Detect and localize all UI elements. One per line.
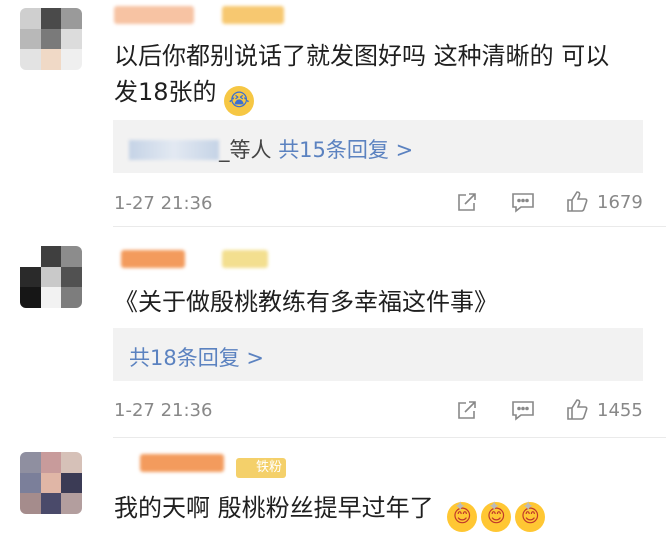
like-icon[interactable] — [565, 398, 589, 422]
like-icon[interactable] — [565, 190, 589, 214]
share-icon[interactable] — [455, 190, 479, 214]
username[interactable] — [121, 250, 185, 268]
fan-badge-label: 铁粉 — [255, 460, 282, 475]
comment-icon[interactable] — [511, 398, 535, 422]
view-replies-link[interactable]: 共18条回复 > — [129, 346, 264, 370]
reply-usernames — [129, 140, 219, 160]
view-replies-link[interactable]: 共15条回复 > — [278, 138, 413, 162]
divider — [113, 226, 666, 227]
like-count: 1679 — [597, 191, 643, 213]
timestamp: 1-27 21:36 — [114, 193, 213, 214]
divider — [113, 437, 666, 438]
happy-face-emoji: 😊 — [515, 492, 546, 532]
username[interactable] — [140, 454, 224, 472]
comment-text: 以后你都别说话了就发图好吗 这种清晰的 可以 — [114, 42, 610, 70]
like-count: 1455 — [597, 399, 643, 421]
share-icon[interactable] — [455, 398, 479, 422]
reply-summary[interactable]: 共18条回复 > — [113, 328, 643, 381]
timestamp: 1-27 21:36 — [114, 400, 213, 421]
comment-text: 《关于做殷桃教练有多幸福这件事》 — [114, 288, 498, 316]
avatar[interactable] — [20, 452, 82, 514]
comment-text-line2: 发18张的 😭 — [114, 74, 255, 116]
cry-face-emoji: 😭 — [224, 86, 255, 116]
user-badge — [222, 6, 284, 24]
comment-text: 我的天啊 殷桃粉丝提早过年了 😊😊😊 — [114, 490, 549, 532]
comment-icon[interactable] — [511, 190, 535, 214]
reply-suffix: _等人 — [219, 138, 279, 162]
happy-face-emoji: 😊 — [447, 492, 478, 532]
username[interactable] — [114, 6, 194, 24]
reply-summary[interactable]: _等人 共15条回复 > — [113, 120, 643, 173]
avatar[interactable] — [20, 246, 82, 308]
fan-badge: 铁粉 — [236, 458, 286, 478]
avatar[interactable] — [20, 8, 82, 70]
user-badge — [222, 250, 268, 268]
happy-face-emoji: 😊 — [481, 492, 512, 532]
